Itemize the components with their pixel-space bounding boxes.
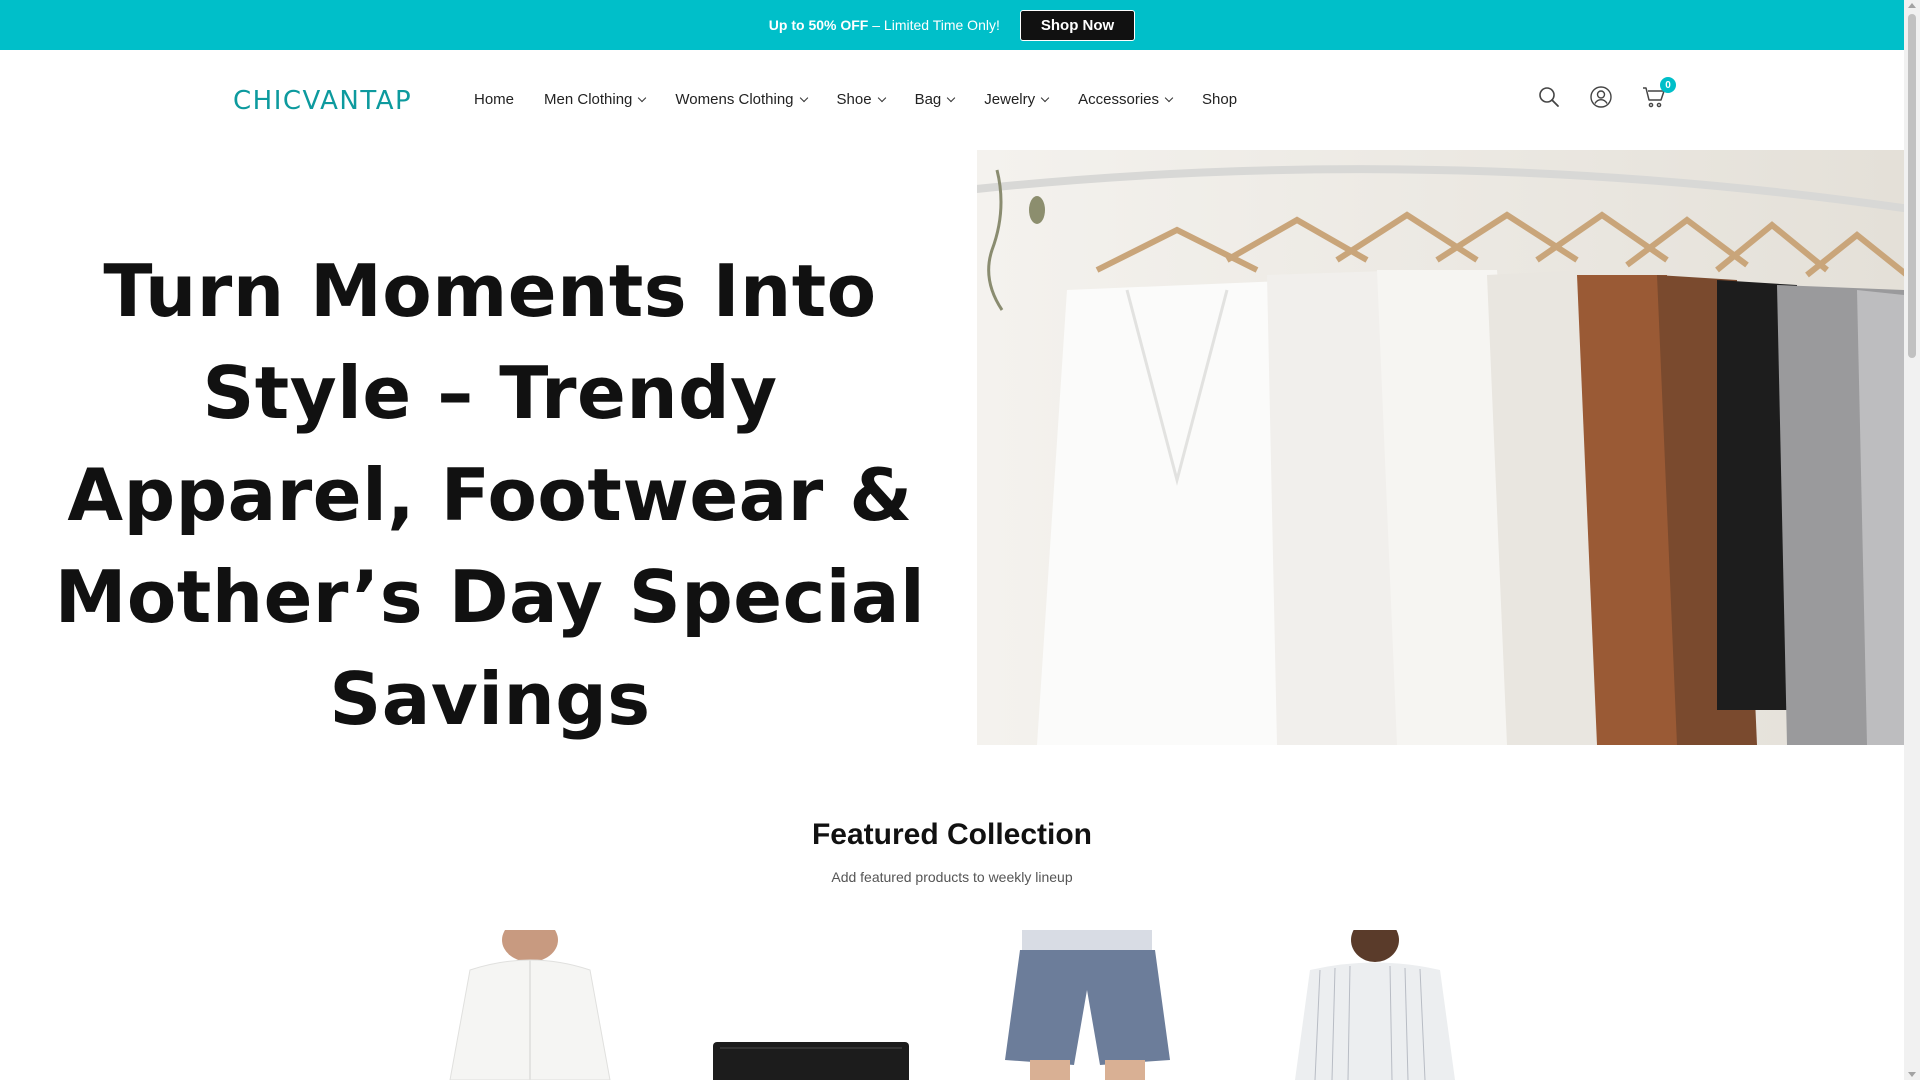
nav-label: Shoe xyxy=(836,91,872,108)
account-icon[interactable] xyxy=(1590,86,1612,108)
chevron-down-icon xyxy=(877,93,886,102)
cart-count-badge: 0 xyxy=(1660,77,1676,93)
nav-item-shoe[interactable]: Shoe xyxy=(836,91,886,108)
white-shirt-product-image[interactable] xyxy=(400,930,660,1080)
search-icon[interactable] xyxy=(1538,86,1560,108)
site-header: CHICVANTAP Home Men Clothing Womens Clot… xyxy=(0,50,1904,150)
scroll-down-icon[interactable] xyxy=(1908,1072,1916,1077)
chevron-down-icon xyxy=(1040,93,1050,102)
nav-item-shop[interactable]: Shop xyxy=(1202,91,1237,108)
clothes-rack-image[interactable] xyxy=(977,150,1904,745)
main-nav: Home Men Clothing Womens Clothing Shoe B… xyxy=(474,91,1237,108)
featured-title: Featured Collection xyxy=(811,818,1093,851)
promo-rest: – Limited Time Only! xyxy=(868,17,1000,33)
promo-bold: Up to 50% OFF xyxy=(768,17,869,33)
nav-item-home[interactable]: Home xyxy=(474,91,514,108)
page: Up to 50% OFF – Limited Time Only! Shop … xyxy=(0,0,1920,1080)
chevron-down-icon xyxy=(947,93,956,102)
scroll-up-icon[interactable] xyxy=(1908,3,1916,8)
black-wallet-product-image[interactable] xyxy=(680,930,940,1080)
chevron-down-icon xyxy=(638,93,647,102)
nav-label: Womens Clothing xyxy=(675,91,794,108)
nav-label: Bag xyxy=(914,91,942,108)
nav-label: Men Clothing xyxy=(544,91,633,108)
chevron-down-icon xyxy=(799,93,808,102)
logo[interactable]: CHICVANTAP xyxy=(233,86,412,116)
nav-label: Jewelry xyxy=(984,91,1036,108)
nav-item-bag[interactable]: Bag xyxy=(914,91,956,108)
announcement-bar: Up to 50% OFF – Limited Time Only! Shop … xyxy=(0,0,1904,50)
nav-item-womens-clothing[interactable]: Womens Clothing xyxy=(675,91,808,108)
scrollbar[interactable] xyxy=(1904,0,1920,1080)
nav-label: Accessories xyxy=(1078,91,1159,108)
featured-subtitle: Add featured products to weekly lineup xyxy=(831,869,1073,885)
scroll-thumb[interactable] xyxy=(1908,14,1916,358)
striped-shirt-product-image[interactable] xyxy=(1240,930,1500,1080)
nav-item-jewelry[interactable]: Jewelry xyxy=(984,91,1050,108)
blue-shorts-product-image[interactable] xyxy=(960,930,1220,1080)
nav-label: Shop xyxy=(1202,91,1238,108)
header-icons: 0 xyxy=(1538,77,1676,108)
hero-headline: Turn Moments Into Style – Trendy Apparel… xyxy=(54,249,926,741)
nav-item-accessories[interactable]: Accessories xyxy=(1078,91,1174,108)
promo-text: Up to 50% OFF – Limited Time Only! xyxy=(769,17,1000,33)
cart-icon[interactable]: 0 xyxy=(1642,77,1676,108)
chevron-down-icon xyxy=(1164,93,1174,102)
shop-now-button[interactable]: Shop Now xyxy=(1019,9,1136,41)
nav-label: Home xyxy=(474,91,515,108)
nav-item-men-clothing[interactable]: Men Clothing xyxy=(544,91,647,108)
